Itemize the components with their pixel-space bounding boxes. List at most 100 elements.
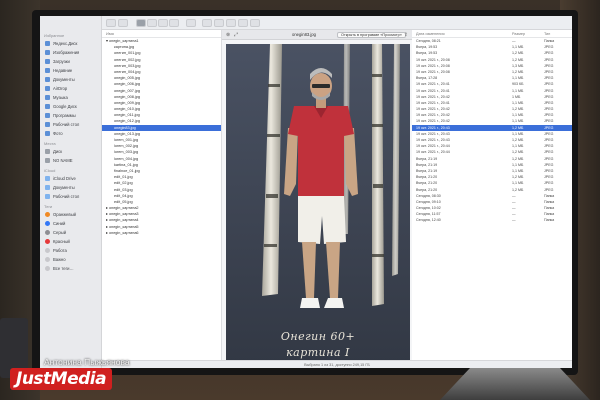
- justmedia-logo: JustMedia: [10, 368, 113, 390]
- sidebar-item[interactable]: Документы: [40, 75, 101, 84]
- details-header: Дата изменения Размер Тип: [412, 30, 572, 38]
- sidebar-item[interactable]: Важно: [40, 255, 101, 264]
- sidebar-item-label: NO NAME: [53, 158, 73, 163]
- sidebar-item[interactable]: Загрузки: [40, 57, 101, 66]
- kind-column-header[interactable]: Тип: [544, 30, 550, 38]
- preview-titlebar: ⊗ ⤢ onegin83.jpg Открыть в программе «Пр…: [222, 30, 412, 40]
- sidebar-item-label: Программы: [53, 113, 76, 118]
- sidebar-item[interactable]: Работа: [40, 246, 101, 255]
- sidebar-item-label: Синий: [53, 221, 66, 226]
- sidebar-section-header: iCloud: [44, 168, 56, 173]
- share-icon[interactable]: ⇪: [404, 32, 408, 38]
- sidebar-item[interactable]: Недавние: [40, 66, 101, 75]
- photo-credit: Антонина Пыжьянова: [44, 357, 130, 367]
- subfolder-name: onegin_картина4: [108, 218, 139, 223]
- subfolder-name: onegin_картина6: [108, 230, 139, 235]
- sidebar-item-label: Документы: [53, 77, 75, 82]
- folder-icon: [45, 113, 50, 118]
- sidebar-item-label: AirDrop: [53, 86, 68, 91]
- sidebar-item[interactable]: Серый: [40, 228, 101, 237]
- details-row[interactable]: Сегодня, 12:40 — Папка: [412, 217, 572, 223]
- close-icon[interactable]: ⊗: [226, 32, 230, 38]
- sidebar-item[interactable]: Google Диск: [40, 102, 101, 111]
- subfolder-row[interactable]: ▸ onegin_картина6: [102, 230, 221, 236]
- icon-view-button[interactable]: [136, 19, 146, 27]
- details-kind-cell: Папка: [544, 218, 555, 223]
- sidebar-item-label: Важно: [53, 257, 66, 262]
- sidebar-item-label: Документы: [53, 185, 75, 190]
- preview-artwork: [226, 44, 410, 366]
- tag-button[interactable]: [214, 19, 224, 27]
- sidebar-item-label: Яндекс.Диск: [53, 41, 78, 46]
- sidebar-item[interactable]: Изображения: [40, 48, 101, 57]
- column-view-button[interactable]: [158, 19, 168, 27]
- tag-color-icon: [45, 212, 50, 217]
- sidebar-item[interactable]: NO NAME: [40, 156, 101, 165]
- folder-icon: [45, 68, 50, 73]
- group-button[interactable]: [186, 19, 196, 27]
- tag-color-icon: [45, 239, 50, 244]
- sidebar-section-header: Теги: [44, 204, 53, 209]
- sidebar-item-label: Загрузки: [53, 59, 70, 64]
- sidebar-item[interactable]: Синий: [40, 219, 101, 228]
- sidebar-item[interactable]: Диск: [40, 147, 101, 156]
- quicklook-button[interactable]: [250, 19, 260, 27]
- sidebar-item[interactable]: Фото: [40, 129, 101, 138]
- sidebar-item-label: Музыка: [53, 95, 68, 100]
- sidebar-item-label: Рабочий стол: [53, 122, 80, 127]
- sidebar-item-label: Google Диск: [53, 104, 77, 109]
- sidebar-item-label: Серый: [53, 230, 67, 235]
- sidebar-item[interactable]: Программы: [40, 111, 101, 120]
- sidebar-item-label: Фото: [53, 131, 63, 136]
- forward-button[interactable]: [118, 19, 128, 27]
- sidebar-item-label: Все теги…: [53, 266, 74, 271]
- sidebar-item[interactable]: Документы: [40, 183, 101, 192]
- folder-icon: [45, 104, 50, 109]
- folder-icon: [45, 158, 50, 163]
- sidebar-item[interactable]: Рабочий стол: [40, 192, 101, 201]
- size-column-header[interactable]: Размер: [512, 30, 525, 38]
- tag-color-icon: [45, 248, 50, 253]
- action-button[interactable]: [226, 19, 236, 27]
- undo-button[interactable]: [238, 19, 248, 27]
- date-column-header[interactable]: Дата изменения: [416, 30, 445, 38]
- finder-sidebar: Избранное Яндекс.Диск Изображения Загрузки Н…: [40, 16, 102, 368]
- folder-icon: [45, 86, 50, 91]
- open-in-preview-button[interactable]: Открыть в программе «Просмотр»: [337, 32, 406, 38]
- sidebar-item[interactable]: iCloud Drive: [40, 174, 101, 183]
- monitor-screen: Избранное Яндекс.Диск Изображения Загрузки Н…: [40, 16, 572, 368]
- gallery-view-button[interactable]: [169, 19, 179, 27]
- sidebar-item[interactable]: Все теги…: [40, 264, 101, 273]
- back-button[interactable]: [106, 19, 116, 27]
- logo-text: JustMedia: [16, 369, 107, 389]
- photo-scene: Избранное Яндекс.Диск Изображения Загрузки Н…: [0, 0, 600, 400]
- sidebar-item-label: Недавние: [53, 68, 73, 73]
- fullscreen-icon[interactable]: ⤢: [234, 32, 238, 38]
- sidebar-item-label: Рабочий стол: [53, 194, 80, 199]
- tag-color-icon: [45, 257, 50, 262]
- sidebar-item[interactable]: Яндекс.Диск: [40, 39, 101, 48]
- sidebar-item[interactable]: Красный: [40, 237, 101, 246]
- sidebar-item-label: Оранжевый: [53, 212, 76, 217]
- sidebar-item[interactable]: Музыка: [40, 93, 101, 102]
- details-date-cell: Сегодня, 12:40: [416, 218, 441, 223]
- tag-color-icon: [45, 221, 50, 226]
- sidebar-item[interactable]: Рабочий стол: [40, 120, 101, 129]
- sidebar-item-label: Диск: [53, 149, 63, 154]
- status-bar: Выбрано 1 из 31, доступно 249,15 ГБ: [102, 360, 572, 368]
- folder-name: onegin_картина1: [108, 39, 139, 43]
- tag-color-icon: [45, 266, 50, 271]
- caption-title: Онегин 60+: [280, 330, 356, 343]
- list-view-button[interactable]: [147, 19, 157, 27]
- file-column-header[interactable]: Имя: [102, 30, 221, 38]
- sidebar-item-label: iCloud Drive: [53, 176, 76, 181]
- folder-icon: [45, 131, 50, 136]
- sidebar-item-label: Красный: [53, 239, 70, 244]
- details-size-cell: —: [512, 218, 516, 223]
- sidebar-item[interactable]: Оранжевый: [40, 210, 101, 219]
- folder-icon: [45, 50, 50, 55]
- folder-icon: [45, 176, 50, 181]
- share-button[interactable]: [202, 19, 212, 27]
- folder-icon: [45, 41, 50, 46]
- sidebar-item[interactable]: AirDrop: [40, 84, 101, 93]
